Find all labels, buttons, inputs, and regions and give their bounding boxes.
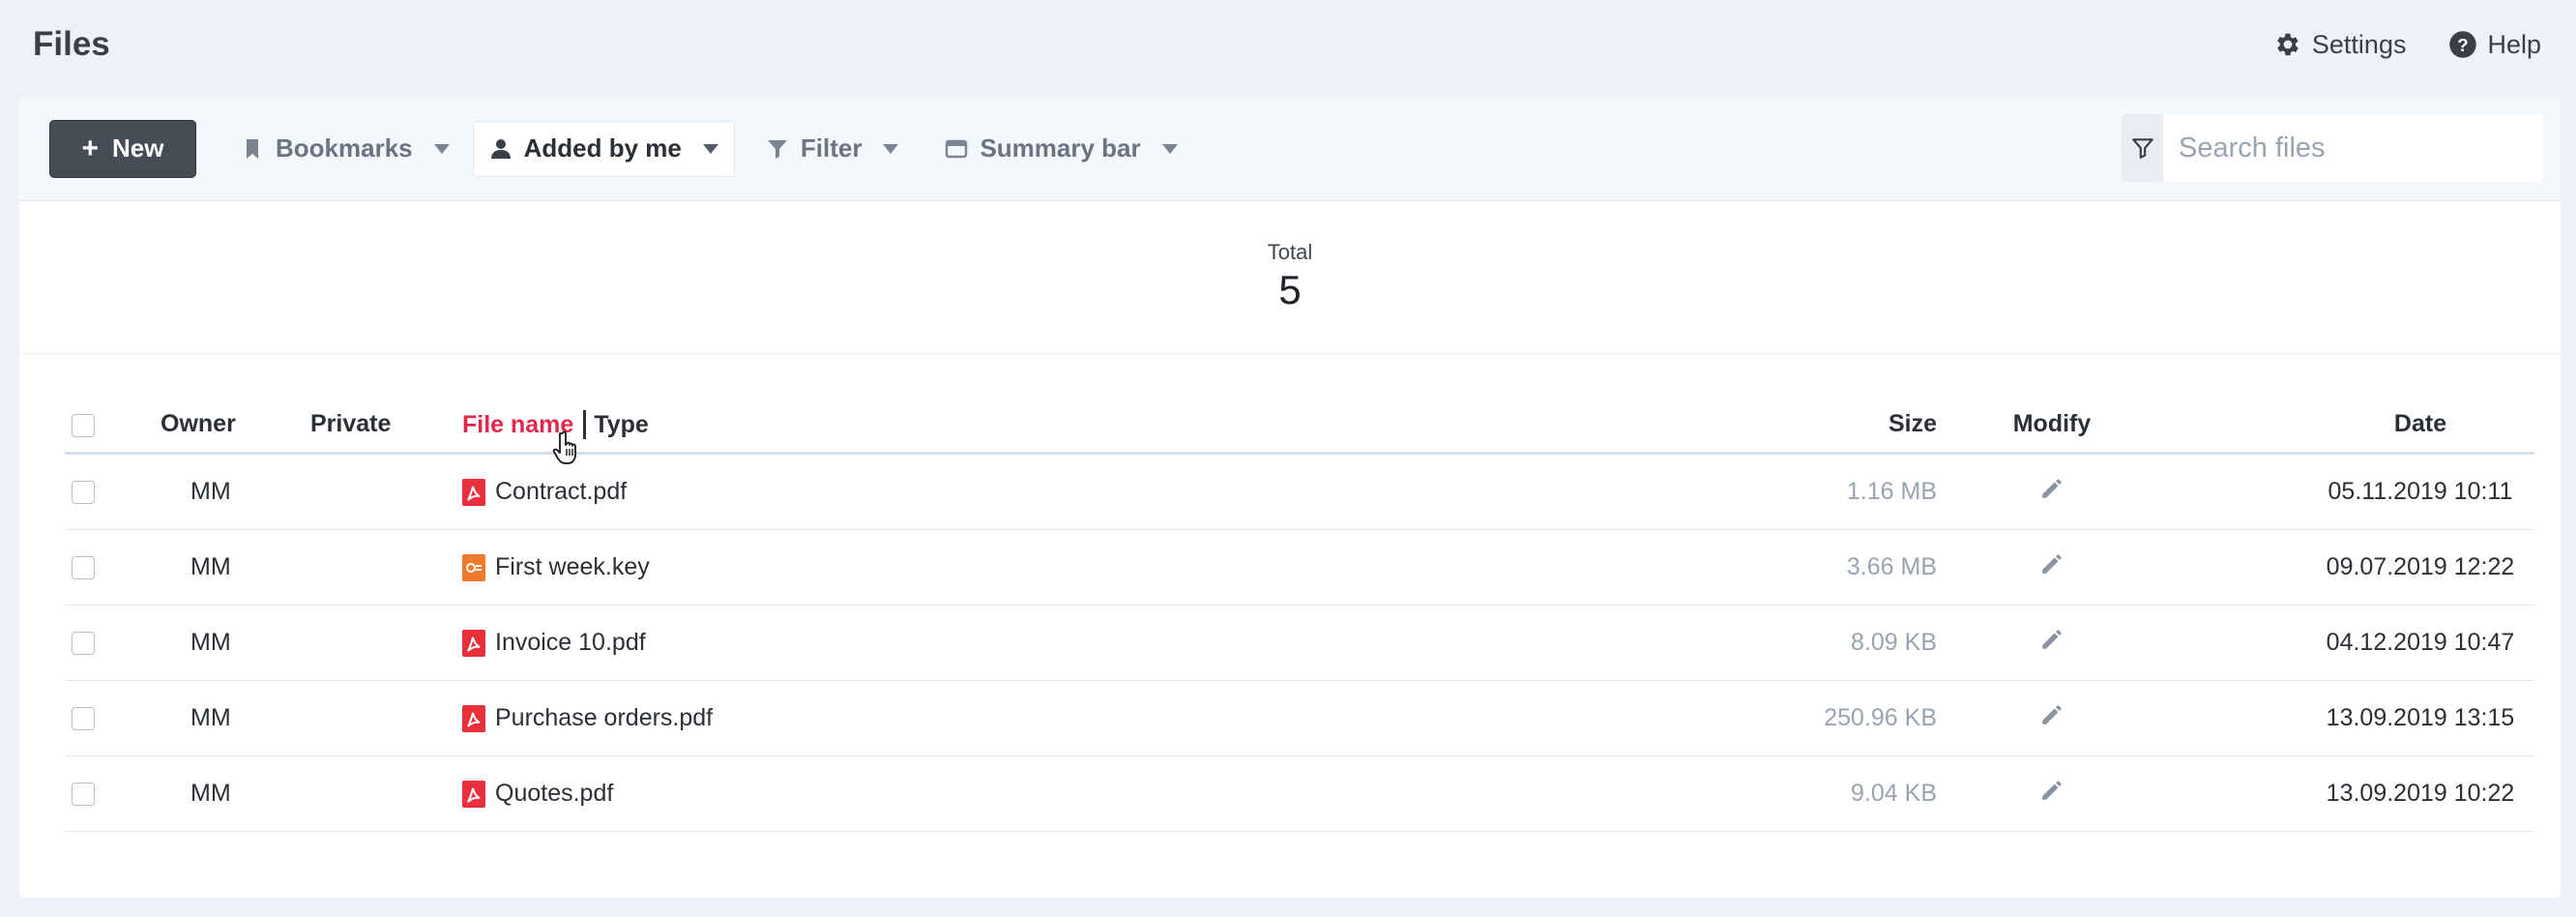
pdf-file-icon	[462, 780, 485, 808]
row-checkbox[interactable]	[72, 555, 95, 579]
pencil-icon	[2042, 705, 2062, 725]
user-icon	[490, 138, 511, 159]
plus-icon: +	[81, 132, 100, 164]
row-checkbox[interactable]	[72, 480, 95, 504]
table-row[interactable]: MM Purchase orders.pdf 250.96 KB 13.09.2…	[65, 681, 2534, 756]
table-header: Owner Private File name Type Size Modify…	[65, 404, 2534, 464]
files-table: Owner Private File name Type Size Modify…	[65, 404, 2534, 832]
size-cell: 1.16 MB	[1846, 478, 1937, 505]
pencil-icon	[2042, 781, 2062, 800]
toolbar: + New Bookmarks Added by me Filter Summa…	[19, 97, 2561, 201]
pdf-file-icon	[462, 704, 485, 732]
file-name-cell[interactable]: Invoice 10.pdf	[462, 629, 646, 657]
help-icon: ?	[2449, 31, 2477, 58]
funnel-outline-icon	[2131, 138, 2153, 159]
pdf-file-icon	[462, 478, 485, 506]
file-name-cell[interactable]: Quotes.pdf	[462, 780, 613, 808]
chevron-down-icon	[883, 143, 899, 154]
owner-cell: MM	[190, 780, 231, 807]
date-cell: 05.11.2019 10:11	[2327, 478, 2513, 505]
pdf-file-icon	[462, 629, 485, 657]
svg-text:?: ?	[2458, 35, 2469, 55]
size-cell: 250.96 KB	[1824, 704, 1937, 731]
summary-bar-label: Summary bar	[980, 133, 1141, 163]
new-button-label: New	[112, 133, 164, 163]
chevron-down-icon	[702, 143, 718, 154]
row-checkbox[interactable]	[72, 782, 95, 806]
summary-total-label: Total	[1267, 240, 1313, 264]
size-cell: 8.09 KB	[1851, 629, 1937, 656]
filter-label: Filter	[800, 133, 863, 163]
file-name-cell[interactable]: Purchase orders.pdf	[462, 704, 713, 732]
gear-icon	[2277, 33, 2298, 56]
file-name-text: Purchase orders.pdf	[495, 704, 714, 731]
chevron-down-icon	[1161, 143, 1178, 154]
search-filter-button[interactable]	[2122, 114, 2163, 182]
bookmarks-label: Bookmarks	[276, 133, 413, 163]
file-name-text: Contract.pdf	[495, 478, 628, 505]
date-cell: 13.09.2019 10:22	[2326, 780, 2515, 807]
row-checkbox[interactable]	[72, 706, 95, 730]
column-date[interactable]: Date	[2266, 410, 2575, 438]
table-row[interactable]: MM Quotes.pdf 9.04 KB 13.09.2019 10:22	[65, 756, 2534, 832]
pencil-icon	[2042, 554, 2062, 574]
edit-button[interactable]	[2012, 476, 2092, 508]
owner-cell: MM	[190, 478, 231, 505]
pencil-icon	[2042, 630, 2062, 649]
funnel-icon	[767, 139, 787, 159]
owner-cell: MM	[190, 704, 231, 731]
edit-button[interactable]	[2012, 627, 2092, 659]
table-row[interactable]: MM First week.key 3.66 MB 09.07.2019 12:…	[65, 530, 2534, 606]
settings-label: Settings	[2311, 29, 2407, 59]
top-links: Settings ? Help	[2273, 30, 2541, 60]
search-input[interactable]	[2163, 114, 2543, 182]
window-icon	[946, 139, 968, 158]
chevron-down-icon	[433, 143, 450, 154]
size-cell: 9.04 KB	[1851, 780, 1937, 807]
help-link[interactable]: ? Help	[2448, 30, 2541, 60]
column-modify: Modify	[2012, 410, 2092, 437]
table-row[interactable]: MM Invoice 10.pdf 8.09 KB 04.12.2019 10:…	[65, 606, 2534, 681]
keynote-file-icon	[462, 553, 485, 581]
file-name-text: Quotes.pdf	[495, 780, 614, 807]
column-type[interactable]: Type	[594, 411, 649, 439]
column-private[interactable]: Private	[310, 410, 391, 438]
file-name-cell[interactable]: Contract.pdf	[462, 478, 627, 506]
owner-cell: MM	[190, 629, 231, 656]
bookmarks-dropdown[interactable]: Bookmarks	[225, 121, 465, 177]
summary-total-value: 5	[1278, 267, 1302, 312]
file-name-text: Invoice 10.pdf	[495, 629, 646, 656]
top-bar: Files Settings ? Help	[0, 0, 2576, 89]
column-size[interactable]: Size	[1888, 410, 1937, 438]
filter-dropdown[interactable]: Filter	[750, 121, 915, 177]
column-owner[interactable]: Owner	[161, 410, 236, 438]
search-box	[2122, 114, 2543, 182]
row-checkbox[interactable]	[72, 631, 95, 655]
added-by-me-dropdown[interactable]: Added by me	[472, 120, 735, 177]
added-by-me-label: Added by me	[523, 133, 682, 163]
size-cell: 3.66 MB	[1846, 553, 1937, 580]
bookmark-icon	[247, 138, 258, 159]
summary-bar: Total 5	[19, 201, 2561, 354]
edit-button[interactable]	[2012, 778, 2092, 810]
new-button[interactable]: + New	[49, 119, 196, 178]
help-label: Help	[2487, 29, 2541, 59]
pencil-icon	[2042, 479, 2062, 498]
app-title: Files	[33, 25, 110, 63]
file-name-text: First week.key	[495, 553, 650, 580]
settings-link[interactable]: Settings	[2273, 29, 2407, 60]
edit-button[interactable]	[2012, 551, 2092, 583]
table-row[interactable]: MM Contract.pdf 1.16 MB 05.11.2019 10:11	[65, 455, 2534, 530]
summary-bar-dropdown[interactable]: Summary bar	[929, 121, 1192, 177]
file-name-cell[interactable]: First week.key	[462, 553, 650, 581]
owner-cell: MM	[190, 553, 231, 580]
select-all-checkbox[interactable]	[72, 414, 95, 437]
date-cell: 13.09.2019 13:15	[2326, 704, 2515, 731]
date-cell: 09.07.2019 12:22	[2326, 553, 2515, 580]
files-panel: + New Bookmarks Added by me Filter Summa…	[19, 97, 2561, 898]
edit-button[interactable]	[2012, 702, 2092, 734]
date-cell: 04.12.2019 10:47	[2326, 629, 2515, 656]
